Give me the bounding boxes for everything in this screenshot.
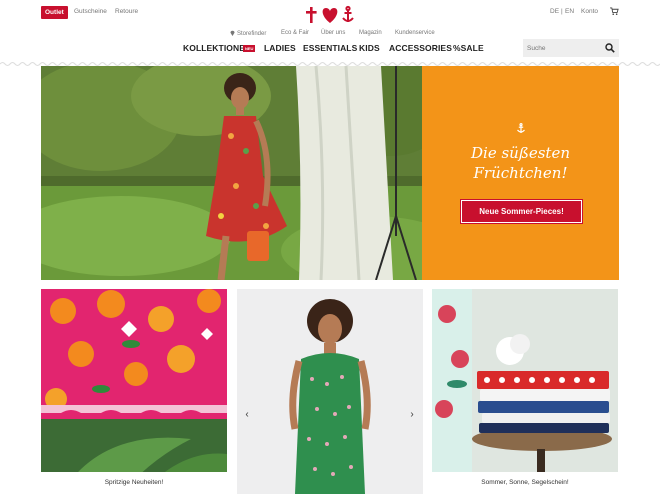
hero-headline-line2: Früchtchen! — [473, 164, 568, 182]
carousel-tile[interactable]: ‹ › — [237, 289, 423, 494]
category-tile-3[interactable]: Sommer, Sonne, Segelschein! — [432, 289, 618, 494]
carousel-next-icon[interactable]: › — [407, 409, 417, 421]
about-link[interactable]: Über uns — [321, 30, 345, 36]
nav-kollektionen[interactable]: KOLLEKTIONEN — [183, 43, 251, 53]
brand-logo[interactable] — [305, 5, 355, 25]
hero-promo-panel: Die süßesten Früchtchen! Neue Sommer-Pie… — [422, 66, 619, 280]
hero-headline-line1: Die süßesten — [471, 144, 570, 162]
storefinder-link[interactable]: Storefinder — [230, 30, 266, 37]
language-en[interactable]: EN — [565, 8, 574, 15]
search-box — [523, 39, 619, 57]
nav-essentials[interactable]: ESSENTIALS — [303, 43, 357, 53]
tile-3-image[interactable] — [432, 289, 618, 494]
language-de[interactable]: DE — [550, 8, 559, 15]
nav-kids[interactable]: KIDS — [359, 43, 380, 53]
hero-banner[interactable]: Die süßesten Früchtchen! Neue Sommer-Pie… — [41, 66, 619, 280]
hero-photo[interactable] — [41, 66, 422, 280]
language-separator: | — [561, 8, 563, 15]
new-badge: NEU — [243, 45, 256, 52]
eco-fair-link[interactable]: Eco & Fair — [281, 30, 309, 36]
anchor-icon — [342, 5, 354, 22]
gutscheine-link[interactable]: Gutscheine — [74, 8, 107, 15]
outlet-button[interactable]: Outlet — [41, 6, 68, 19]
category-tile-1[interactable]: Spritzige Neuheiten! — [41, 289, 227, 494]
storefinder-label: Storefinder — [237, 31, 267, 37]
hero-headline: Die süßesten Früchtchen! — [422, 143, 619, 183]
anchor-icon — [517, 123, 525, 133]
carousel-prev-icon[interactable]: ‹ — [242, 409, 252, 421]
tile-3-caption: Sommer, Sonne, Segelschein! — [432, 472, 618, 494]
hero-cta-button[interactable]: Neue Sommer-Pieces! — [460, 199, 583, 224]
nav-accessories[interactable]: ACCESSORIES — [389, 43, 452, 53]
search-icon[interactable] — [605, 43, 615, 53]
search-input[interactable] — [523, 39, 603, 57]
retoure-link[interactable]: Retoure — [115, 8, 138, 15]
customer-service-link[interactable]: Kundenservice — [395, 30, 435, 36]
cart-icon[interactable] — [610, 7, 619, 16]
heart-icon — [322, 8, 338, 23]
carousel-image[interactable] — [237, 289, 423, 494]
magazine-link[interactable]: Magazin — [359, 30, 382, 36]
cross-icon — [306, 7, 317, 23]
location-pin-icon — [230, 30, 235, 36]
nav-ladies[interactable]: LADIES — [264, 43, 296, 53]
tile-1-image[interactable] — [41, 289, 227, 494]
account-link[interactable]: Konto — [581, 8, 598, 15]
tile-1-caption: Spritzige Neuheiten! — [41, 472, 227, 494]
nav-sale[interactable]: %SALE — [453, 43, 484, 53]
